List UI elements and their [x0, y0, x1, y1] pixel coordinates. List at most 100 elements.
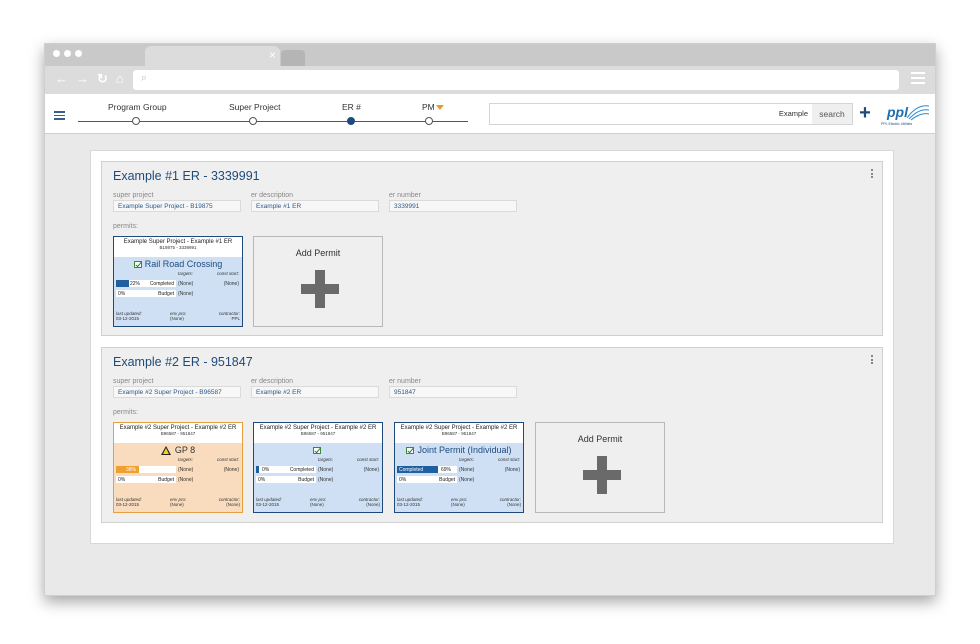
field-label: super project: [113, 192, 154, 199]
super-project-field[interactable]: Example #2 Super Project - B96587: [113, 386, 241, 398]
field-er-description: er description Example #2 ER: [251, 378, 379, 398]
back-icon[interactable]: ←: [55, 71, 68, 87]
step-node-active[interactable]: [347, 117, 355, 125]
permit-name: Rail Road Crossing: [114, 257, 242, 271]
search-icon: ⌕: [141, 72, 148, 84]
step-label: Super Project: [229, 102, 281, 112]
hamburger-menu-icon[interactable]: [54, 111, 65, 122]
er-number-field[interactable]: 3339991: [389, 200, 517, 212]
add-permit-label: Add Permit: [577, 434, 623, 444]
budget-progress-bar: 0% Budget: [116, 476, 176, 483]
field-label: er number: [389, 378, 421, 385]
browser-tab[interactable]: ×: [145, 46, 280, 66]
permit-name: [254, 443, 382, 457]
chevron-down-icon[interactable]: [435, 105, 444, 111]
search-input-value: Example: [778, 109, 808, 118]
new-tab-button[interactable]: [281, 50, 305, 66]
permit-header: Example #2 Super Project - Example #2 ER…: [114, 423, 242, 443]
kebab-menu-icon[interactable]: [871, 355, 873, 366]
step-er-number[interactable]: ER #: [342, 102, 361, 125]
search-input[interactable]: Example search: [489, 103, 853, 125]
er-description-field[interactable]: Example #2 ER: [251, 386, 379, 398]
step-label: Program Group: [108, 102, 167, 112]
checkbox-icon: [406, 447, 415, 455]
step-node[interactable]: [425, 117, 433, 125]
logo-subtitle: PPL Electric Utilities: [881, 122, 913, 126]
browser-titlebar: ×: [45, 44, 935, 66]
browser-window: × ← → ↻ ⌂ ⌕ Program Group Super Project: [44, 43, 936, 596]
er-description-field[interactable]: Example #1 ER: [251, 200, 379, 212]
completed-progress-bar: 0% Completed: [256, 466, 316, 473]
field-label: er description: [251, 192, 294, 199]
step-node[interactable]: [249, 117, 257, 125]
permit-column-headers: targets: const start:: [178, 271, 239, 276]
tab-close-icon[interactable]: ×: [269, 48, 276, 62]
main-content: Example #1 ER - 3339991 super project Ex…: [90, 150, 894, 544]
home-icon[interactable]: ⌂: [116, 71, 124, 87]
budget-progress-bar: 0% Budget: [397, 476, 457, 483]
permit-card[interactable]: Example #2 Super Project - Example #2 ER…: [113, 422, 243, 513]
permits-label: permits:: [113, 223, 138, 230]
field-label: er description: [251, 378, 294, 385]
warning-icon: [160, 446, 171, 456]
search-button[interactable]: search: [812, 104, 852, 124]
permit-card[interactable]: Example #2 Super Project - Example #2 ER…: [394, 422, 524, 513]
completed-progress-bar: 38%: [116, 466, 176, 473]
app-header: Program Group Super Project ER # PM Exam…: [45, 94, 935, 134]
step-program-group[interactable]: Program Group: [108, 102, 167, 125]
add-permit-button[interactable]: Add Permit: [253, 236, 383, 327]
field-er-number: er number 951847: [389, 378, 517, 398]
field-super-project: super project Example #2 Super Project -…: [113, 378, 241, 398]
step-super-project[interactable]: Super Project: [229, 102, 281, 125]
er-card: Example #2 ER - 951847 super project Exa…: [101, 347, 883, 523]
permit-name: Joint Permit (Individual): [395, 443, 523, 457]
step-label: ER #: [342, 102, 361, 112]
close-window-button[interactable]: [53, 50, 60, 57]
permit-card[interactable]: Example #2 Super Project - Example #2 ER…: [253, 422, 383, 513]
hierarchy-stepper: Program Group Super Project ER # PM: [78, 102, 468, 128]
step-pm[interactable]: PM: [422, 102, 444, 125]
budget-progress-bar: 0% Budget: [256, 476, 316, 483]
permit-column-headers: targets: const start:: [459, 457, 520, 462]
er-title[interactable]: Example #2 ER - 951847: [113, 355, 253, 369]
permit-subtitle: B96587 - 951847: [300, 431, 336, 436]
add-permit-label: Add Permit: [295, 248, 341, 258]
plus-icon: [301, 270, 339, 308]
step-node[interactable]: [132, 117, 140, 125]
window-controls: [53, 50, 82, 57]
er-number-field[interactable]: 951847: [389, 386, 517, 398]
maximize-window-button[interactable]: [75, 50, 82, 57]
permit-card[interactable]: Example Super Project - Example #1 ER B1…: [113, 236, 243, 327]
budget-row: 0% Budget (None): [256, 476, 334, 483]
field-er-number: er number 3339991: [389, 192, 517, 212]
checkbox-icon: [312, 447, 321, 455]
completed-row: 38% (None) (None): [114, 465, 242, 475]
add-icon[interactable]: +: [855, 103, 875, 124]
browser-toolbar: ← → ↻ ⌂ ⌕: [45, 66, 935, 94]
add-permit-button[interactable]: Add Permit: [535, 422, 665, 513]
budget-progress-bar: 0% Budget: [116, 290, 176, 297]
reload-icon[interactable]: ↻: [97, 71, 108, 87]
forward-icon[interactable]: →: [76, 71, 89, 87]
field-label: er number: [389, 192, 421, 199]
logo-text: ppl: [887, 104, 908, 120]
permit-subtitle: B19875 - 3339991: [159, 245, 197, 250]
super-project-field[interactable]: Example Super Project - B19875: [113, 200, 241, 212]
ppl-logo: ppl PPL Electric Utilities: [881, 100, 931, 130]
address-bar[interactable]: ⌕: [133, 70, 899, 90]
permit-name: GP 8: [114, 443, 242, 457]
er-title[interactable]: Example #1 ER - 3339991: [113, 169, 260, 183]
budget-row: 0% Budget (None): [116, 290, 194, 297]
permit-footer: last updated: 03-12-2015 env pro: (None) c…: [256, 497, 380, 507]
permit-header: Example Super Project - Example #1 ER B1…: [114, 237, 242, 257]
completed-progress-bar: 69% Completed: [397, 466, 457, 473]
kebab-menu-icon[interactable]: [871, 169, 873, 180]
plus-icon: [583, 456, 621, 494]
permit-column-headers: targets: const start:: [318, 457, 379, 462]
completed-progress-bar: 22% Completed: [116, 280, 176, 287]
minimize-window-button[interactable]: [64, 50, 71, 57]
permit-column-headers: targets: const start:: [178, 457, 239, 462]
permit-footer: last updated: 03-12-2015 env pro: (None) c…: [116, 311, 240, 321]
permits-label: permits:: [113, 409, 138, 416]
browser-menu-icon[interactable]: [911, 72, 925, 87]
